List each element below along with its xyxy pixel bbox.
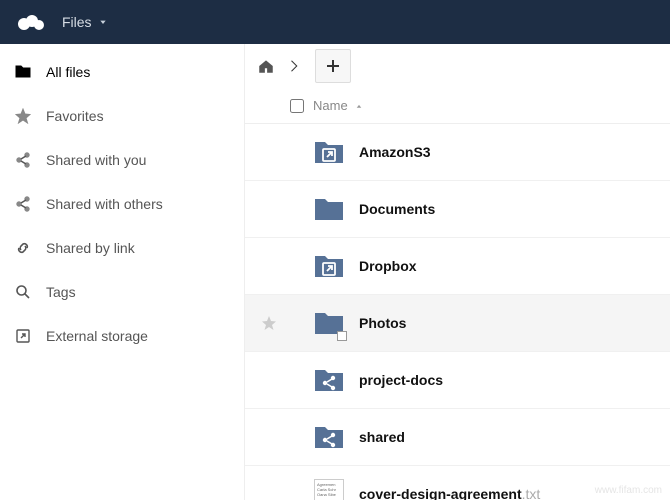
sidebar-item-label: Shared with you [46, 152, 146, 168]
sidebar-item-label: Shared by link [46, 240, 135, 256]
file-thumbnail [313, 307, 345, 339]
main-area: Name AmazonS3 Documents Dropbox Photos proje… [245, 44, 670, 500]
sidebar: All files Favorites Shared with you Shared … [0, 44, 245, 500]
plus-icon [325, 58, 341, 74]
file-row[interactable]: Photos [245, 295, 670, 352]
table-header: Name [245, 88, 670, 124]
file-thumbnail [313, 136, 345, 168]
column-name-header[interactable]: Name [313, 98, 658, 113]
watermark: www.fifam.com [595, 485, 662, 496]
sidebar-item-label: External storage [46, 328, 148, 344]
file-name: project-docs [359, 372, 443, 388]
topbar: Files [0, 0, 670, 44]
file-thumbnail [313, 421, 345, 453]
breadcrumb-bar [245, 44, 670, 88]
new-button[interactable] [315, 49, 351, 83]
file-name: Documents [359, 201, 435, 217]
home-icon[interactable] [257, 57, 275, 75]
sidebar-item-label: Shared with others [46, 196, 163, 212]
link-icon [14, 240, 32, 256]
folder-icon [14, 64, 32, 80]
logo[interactable] [8, 0, 54, 44]
external-icon [14, 328, 32, 344]
caret-down-icon [98, 18, 108, 26]
app-selector[interactable]: Files [54, 14, 116, 30]
file-list: AmazonS3 Documents Dropbox Photos project-do… [245, 124, 670, 500]
chevron-right-icon [283, 54, 307, 78]
sidebar-item-external-storage[interactable]: External storage [0, 314, 244, 358]
app-label: Files [62, 14, 92, 30]
sidebar-item-shared-with-others[interactable]: Shared with others [0, 182, 244, 226]
file-thumbnail [313, 193, 345, 225]
file-row[interactable]: Dropbox [245, 238, 670, 295]
sidebar-item-label: Tags [46, 284, 76, 300]
share-icon [14, 196, 32, 212]
file-thumbnail [313, 250, 345, 282]
sidebar-item-shared-with-you[interactable]: Shared with you [0, 138, 244, 182]
file-row[interactable]: project-docs [245, 352, 670, 409]
sidebar-item-tags[interactable]: Tags [0, 270, 244, 314]
sidebar-item-label: All files [46, 64, 90, 80]
file-name: cover-design-agreement.txt [359, 486, 540, 500]
sidebar-item-all-files[interactable]: All files [0, 50, 244, 94]
share-icon [14, 152, 32, 168]
file-thumbnail [313, 364, 345, 396]
sidebar-item-shared-by-link[interactable]: Shared by link [0, 226, 244, 270]
select-all-checkbox[interactable] [281, 99, 313, 113]
file-name: shared [359, 429, 405, 445]
file-row[interactable]: shared [245, 409, 670, 466]
file-name: Dropbox [359, 258, 417, 274]
file-row[interactable]: AmazonS3 [245, 124, 670, 181]
sidebar-item-label: Favorites [46, 108, 104, 124]
file-row[interactable]: Documents [245, 181, 670, 238]
file-thumbnail: AgreemenCarla SchrOana Sibe [313, 478, 345, 500]
sidebar-item-favorites[interactable]: Favorites [0, 94, 244, 138]
file-name: Photos [359, 315, 406, 331]
star-icon [14, 108, 32, 124]
favorite-toggle[interactable] [257, 315, 281, 331]
file-name: AmazonS3 [359, 144, 431, 160]
sort-asc-icon [354, 102, 364, 110]
search-icon [14, 284, 32, 300]
